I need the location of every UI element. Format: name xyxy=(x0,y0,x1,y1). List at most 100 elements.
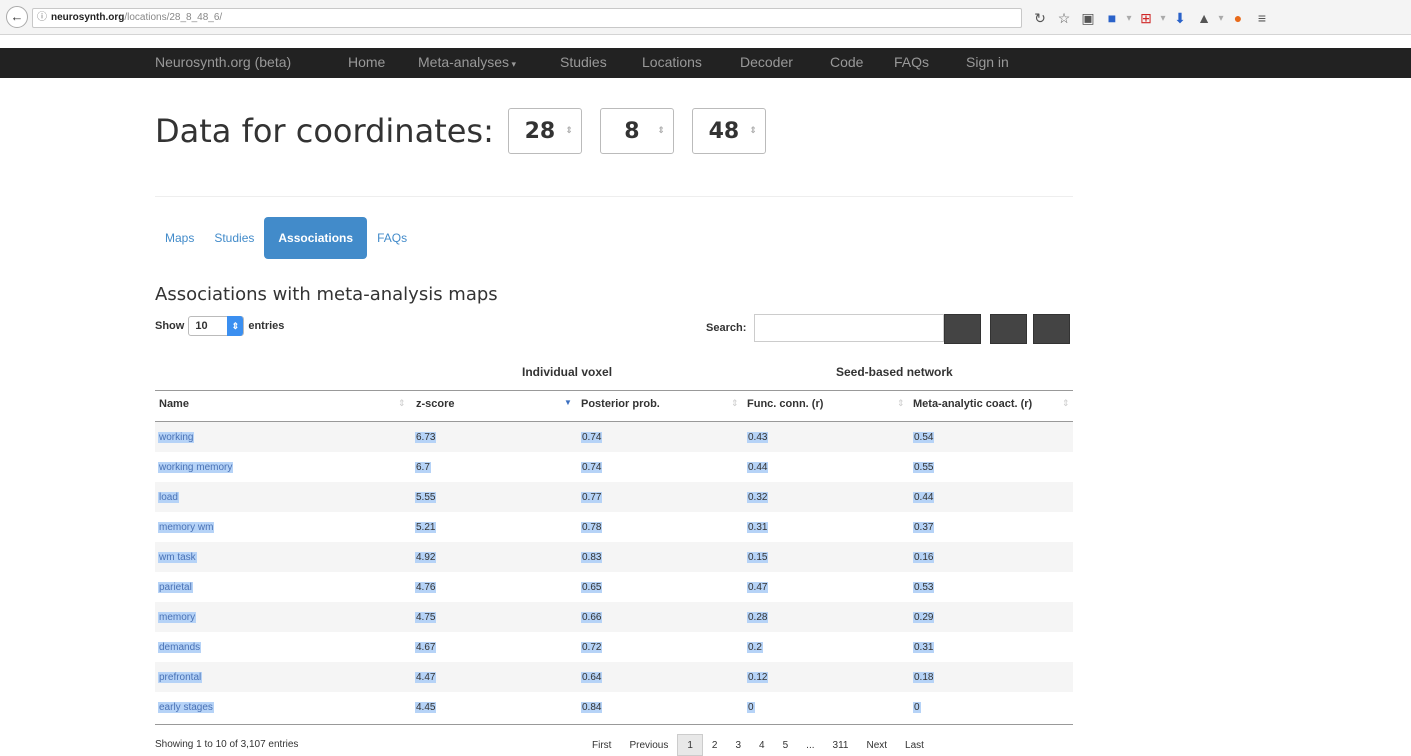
search-input[interactable] xyxy=(754,314,944,342)
coord-y-input[interactable]: 8 ⇕ xyxy=(599,108,674,154)
refresh-icon[interactable]: ↻ xyxy=(1028,10,1052,27)
posterior-prob-cell: 0.74 xyxy=(581,462,603,473)
tab-maps[interactable]: Maps xyxy=(155,217,204,259)
select-arrow-icon[interactable]: ⇕ xyxy=(227,316,244,336)
firefox-icon[interactable]: ● xyxy=(1226,10,1250,26)
spinner-icon[interactable]: ⇕ xyxy=(657,126,665,136)
nav-studies[interactable]: Studies xyxy=(560,54,607,70)
site-brand[interactable]: Neurosynth.org (beta) xyxy=(155,54,291,70)
table-rule xyxy=(155,390,1073,391)
page-next[interactable]: Next xyxy=(857,740,896,751)
table-row[interactable]: demands 4.67 0.72 0.2 0.31 xyxy=(155,632,1073,662)
nav-faqs[interactable]: FAQs xyxy=(894,54,929,70)
posterior-prob-cell: 0.83 xyxy=(581,552,603,563)
nav-code[interactable]: Code xyxy=(830,54,863,70)
menu-icon[interactable]: ≡ xyxy=(1250,10,1274,26)
term-link[interactable]: wm task xyxy=(158,552,197,563)
page-1[interactable]: 1 xyxy=(677,734,703,756)
sort-icon[interactable]: ⇕ xyxy=(731,398,739,409)
nav-meta-analyses[interactable]: Meta-analyses ▾ xyxy=(418,54,516,70)
sort-icon[interactable]: ⇕ xyxy=(1062,398,1070,409)
term-link[interactable]: working xyxy=(158,432,195,443)
tab-associations[interactable]: Associations xyxy=(264,217,368,259)
entries-select[interactable]: 10 ⇕ xyxy=(188,316,245,336)
term-link[interactable]: memory xyxy=(158,612,197,623)
table-row[interactable]: wm task 4.92 0.83 0.15 0.16 xyxy=(155,542,1073,572)
back-button[interactable]: ← xyxy=(6,6,28,28)
download-icon[interactable]: ⬇ xyxy=(1168,10,1192,27)
page-3[interactable]: 3 xyxy=(726,740,750,751)
table-rule xyxy=(155,724,1073,725)
tab-studies[interactable]: Studies xyxy=(204,217,264,259)
coact-cell: 0.55 xyxy=(913,462,935,473)
extension-icon[interactable]: ▲ xyxy=(1192,10,1216,26)
table-row[interactable]: memory 4.75 0.66 0.28 0.29 xyxy=(155,602,1073,632)
star-icon[interactable]: ☆ xyxy=(1052,10,1076,27)
page-title: Data for coordinates: xyxy=(155,112,494,150)
term-link[interactable]: memory wm xyxy=(158,522,215,533)
search-label: Search: xyxy=(706,322,747,334)
sort-icon[interactable]: ⇕ xyxy=(398,398,406,409)
table-row[interactable]: load 5.55 0.77 0.32 0.44 xyxy=(155,482,1073,512)
divider xyxy=(155,196,1073,197)
export-button-2[interactable] xyxy=(990,314,1027,344)
coord-x-input[interactable]: 28 ⇕ xyxy=(507,108,582,154)
entries-control: Show 10 ⇕ entries xyxy=(155,316,284,336)
save-icon[interactable]: ■ xyxy=(1100,10,1124,26)
entries-label: entries xyxy=(248,320,285,332)
dropdown-arrow-icon[interactable]: ▾ xyxy=(1124,13,1134,24)
table-row[interactable]: working memory 6.7 0.74 0.44 0.55 xyxy=(155,452,1073,482)
page-2[interactable]: 2 xyxy=(703,740,727,751)
export-button-3[interactable] xyxy=(1033,314,1070,344)
dropdown-arrow-icon[interactable]: ▾ xyxy=(1158,13,1168,24)
coord-y-value: 8 xyxy=(624,118,640,144)
nav-locations[interactable]: Locations xyxy=(642,54,702,70)
func-conn-cell: 0.31 xyxy=(747,522,769,533)
nav-decoder[interactable]: Decoder xyxy=(740,54,793,70)
table-row[interactable]: working 6.73 0.74 0.43 0.54 xyxy=(155,422,1073,452)
z-score-cell: 4.47 xyxy=(415,672,437,683)
address-bar[interactable]: ⓘ neurosynth.org/locations/28_8_48_6/ xyxy=(32,8,1022,28)
tab-faqs[interactable]: FAQs xyxy=(367,217,417,259)
func-conn-cell: 0 xyxy=(747,702,755,713)
z-score-cell: 4.45 xyxy=(415,702,437,713)
z-score-cell: 4.67 xyxy=(415,642,437,653)
spinner-icon[interactable]: ⇕ xyxy=(749,126,757,136)
table-row[interactable]: memory wm 5.21 0.78 0.31 0.37 xyxy=(155,512,1073,542)
clipboard-icon[interactable]: ▣ xyxy=(1076,10,1100,27)
nav-sign-in[interactable]: Sign in xyxy=(966,54,1009,70)
term-link[interactable]: early stages xyxy=(158,702,214,713)
coact-cell: 0.31 xyxy=(913,642,935,653)
page-last[interactable]: Last xyxy=(896,740,933,751)
spinner-icon[interactable]: ⇕ xyxy=(565,126,573,136)
column-header-name[interactable]: Name xyxy=(159,398,189,410)
page-previous[interactable]: Previous xyxy=(620,740,677,751)
table-row[interactable]: parietal 4.76 0.65 0.47 0.53 xyxy=(155,572,1073,602)
posterior-prob-cell: 0.65 xyxy=(581,582,603,593)
nav-home[interactable]: Home xyxy=(348,54,385,70)
info-icon[interactable]: ⓘ xyxy=(37,12,47,23)
column-header-posterior-prob[interactable]: Posterior prob. xyxy=(581,398,660,410)
column-header-z-score[interactable]: z-score xyxy=(416,398,455,410)
term-link[interactable]: working memory xyxy=(158,462,234,473)
page-ellipsis: ... xyxy=(806,739,815,751)
coord-z-input[interactable]: 48 ⇕ xyxy=(691,108,766,154)
table-row[interactable]: early stages 4.45 0.84 0 0 xyxy=(155,692,1073,722)
term-link[interactable]: load xyxy=(158,492,179,503)
page-first[interactable]: First xyxy=(583,740,620,751)
column-header-meta-analytic-coact[interactable]: Meta-analytic coact. (r) xyxy=(913,398,1032,410)
column-header-func-conn[interactable]: Func. conn. (r) xyxy=(747,398,823,410)
term-link[interactable]: parietal xyxy=(158,582,193,593)
dropdown-arrow-icon[interactable]: ▾ xyxy=(1216,13,1226,24)
page-4[interactable]: 4 xyxy=(750,740,774,751)
table-row[interactable]: prefrontal 4.47 0.64 0.12 0.18 xyxy=(155,662,1073,692)
page-311[interactable]: 311 xyxy=(824,740,858,751)
term-link[interactable]: prefrontal xyxy=(158,672,203,683)
sort-desc-icon[interactable]: ▼ xyxy=(564,398,572,407)
export-button-1[interactable] xyxy=(944,314,981,344)
page-5[interactable]: 5 xyxy=(774,740,798,751)
func-conn-cell: 0.43 xyxy=(747,432,769,443)
addon-icon[interactable]: ⊞ xyxy=(1134,10,1158,27)
term-link[interactable]: demands xyxy=(158,642,202,653)
sort-icon[interactable]: ⇕ xyxy=(897,398,905,409)
